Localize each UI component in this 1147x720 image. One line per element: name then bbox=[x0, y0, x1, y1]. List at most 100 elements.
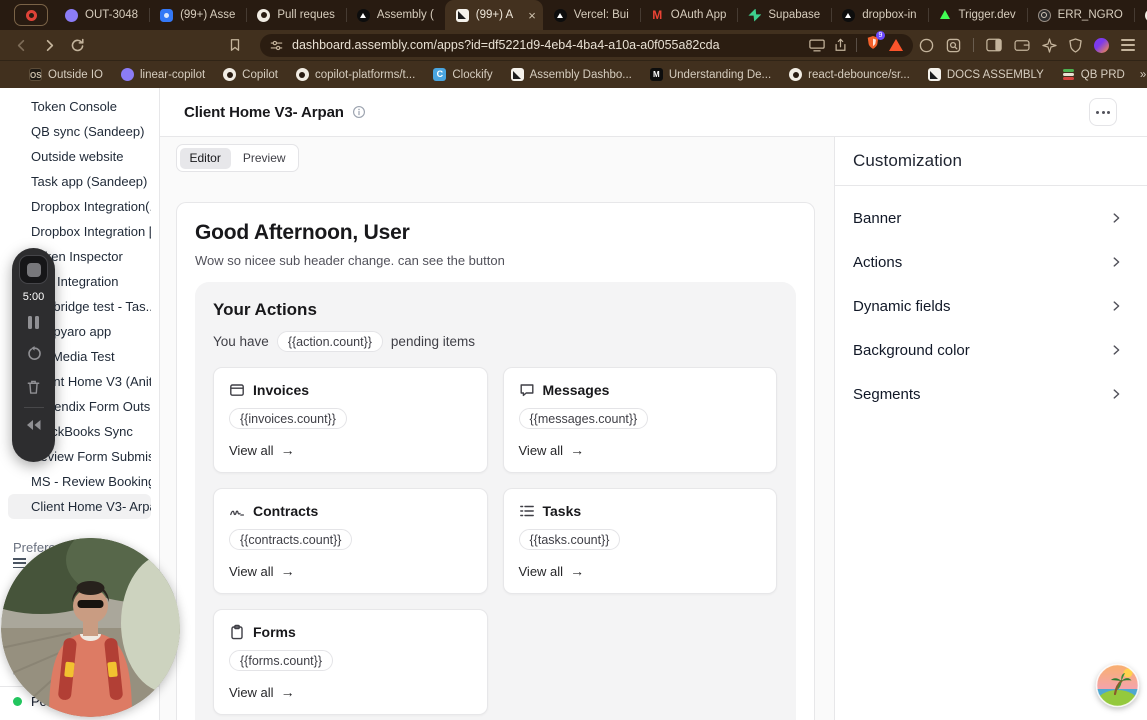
brave-rewards-icon[interactable] bbox=[889, 39, 903, 51]
customization-item-background-color[interactable]: Background color bbox=[835, 328, 1147, 372]
bookmark-outside-io[interactable]: OS Outside IO bbox=[22, 65, 110, 84]
divider bbox=[856, 38, 857, 52]
info-icon[interactable] bbox=[352, 105, 366, 119]
tab-strip: OUT-3048 (99+) Asse Pull reques Assembly… bbox=[0, 0, 1147, 30]
bookmark-docs-assembly[interactable]: DOCS ASSEMBLY bbox=[921, 65, 1051, 84]
delete-recording-button[interactable] bbox=[26, 379, 41, 395]
tab-vercel-build[interactable]: Vercel: Bui bbox=[543, 0, 640, 30]
site-settings-icon[interactable] bbox=[270, 39, 283, 52]
share-icon[interactable] bbox=[834, 38, 847, 52]
actions-title: Your Actions bbox=[213, 300, 317, 319]
tab-recording-indicator[interactable] bbox=[14, 4, 48, 26]
pause-recording-button[interactable] bbox=[28, 316, 39, 329]
tab-linear[interactable]: OUT-3048 bbox=[54, 0, 149, 30]
tab-label: Pull reques bbox=[277, 9, 335, 21]
tab-app[interactable]: (99+) Asse bbox=[149, 0, 246, 30]
repo-icon bbox=[842, 8, 856, 22]
pending-count-badge: {{action.count}} bbox=[276, 331, 383, 352]
customization-item-segments[interactable]: Segments bbox=[835, 372, 1147, 416]
bookmark-linear-copilot[interactable]: linear-copilot bbox=[114, 65, 212, 84]
wallet-icon[interactable] bbox=[1014, 39, 1030, 52]
view-all-contracts-link[interactable]: View all → bbox=[229, 563, 295, 579]
bookmark-qb-prd[interactable]: QB PRD bbox=[1055, 65, 1132, 84]
sidebar-item-dropbox-2[interactable]: Dropbox Integration [... bbox=[8, 219, 151, 244]
media-controls-icon[interactable] bbox=[809, 39, 825, 52]
bookmark-understanding[interactable]: M Understanding De... bbox=[643, 65, 778, 84]
bookmark-label: Assembly Dashbo... bbox=[529, 68, 632, 81]
stop-recording-button[interactable] bbox=[19, 255, 48, 284]
tab-active-dashboard[interactable]: (99+) A × bbox=[444, 0, 543, 30]
customization-item-actions[interactable]: Actions bbox=[835, 240, 1147, 284]
address-bar[interactable]: dashboard.assembly.com/apps?id=df5221d9-… bbox=[260, 31, 913, 57]
card-title: Tasks bbox=[542, 503, 582, 519]
tab-label: ERR_NGRO bbox=[1057, 9, 1123, 21]
bookmark-react-debounce[interactable]: react-debounce/sr... bbox=[782, 65, 917, 84]
view-all-label: View all bbox=[229, 684, 274, 700]
bookmark-label: react-debounce/sr... bbox=[808, 68, 910, 81]
bookmark-clockify[interactable]: C Clockify bbox=[426, 65, 499, 84]
search-tabs-icon[interactable] bbox=[946, 38, 961, 53]
view-all-invoices-link[interactable]: View all → bbox=[229, 442, 295, 458]
sidebar-item-task-app[interactable]: Task app (Sandeep) bbox=[8, 169, 151, 194]
card-invoices: Invoices {{invoices.count}} View all → bbox=[213, 367, 488, 473]
customization-item-banner[interactable]: Banner bbox=[835, 196, 1147, 240]
online-status-dot bbox=[13, 697, 22, 706]
restart-recording-button[interactable] bbox=[26, 346, 42, 362]
tab-pull-requests[interactable]: Pull reques bbox=[246, 0, 346, 30]
card-messages: Messages {{messages.count}} View all → bbox=[502, 367, 777, 473]
chevron-right-icon bbox=[1113, 301, 1120, 311]
tab-label: (99+) A bbox=[475, 9, 514, 21]
tab-oauth[interactable]: M OAuth App bbox=[639, 0, 738, 30]
tab-preview[interactable]: Preview bbox=[233, 148, 296, 169]
sidebar-item-qb-sync[interactable]: QB sync (Sandeep) bbox=[8, 119, 151, 144]
tab-supabase[interactable]: Supabase bbox=[737, 0, 831, 30]
sidebar-item-dropbox-1[interactable]: Dropbox Integration(... bbox=[8, 194, 151, 219]
vpn-shield-icon[interactable] bbox=[1069, 37, 1082, 53]
island-sticker-icon[interactable] bbox=[1095, 663, 1140, 708]
globe-icon bbox=[1037, 8, 1051, 22]
tab-ngrok[interactable]: ERR_NGRO bbox=[1026, 0, 1134, 30]
tab-editor[interactable]: Editor bbox=[179, 147, 231, 169]
restart-icon bbox=[27, 346, 41, 360]
tab-assembly[interactable]: Assembly ( bbox=[345, 0, 445, 30]
tab-comparing[interactable]: Comparing bbox=[1133, 0, 1147, 30]
rewards-sparkle-icon[interactable] bbox=[1042, 37, 1057, 53]
app-header: Client Home V3- Arpan bbox=[160, 88, 1147, 137]
main-body: Editor Preview Good Afternoon, User Wow … bbox=[160, 137, 1147, 720]
tab-trigger[interactable]: Trigger.dev bbox=[927, 0, 1027, 30]
bookmark-icon[interactable] bbox=[224, 34, 246, 56]
bookmarks-overflow-button[interactable]: » bbox=[1136, 66, 1147, 84]
chevron-right-icon bbox=[1113, 389, 1120, 399]
customization-item-dynamic-fields[interactable]: Dynamic fields bbox=[835, 284, 1147, 328]
view-all-tasks-link[interactable]: View all → bbox=[519, 563, 585, 579]
view-all-forms-link[interactable]: View all → bbox=[229, 684, 295, 700]
back-button[interactable] bbox=[10, 34, 32, 56]
more-options-button[interactable] bbox=[1089, 98, 1117, 126]
bookmark-copilot-platforms[interactable]: copilot-platforms/t... bbox=[289, 65, 422, 84]
brave-shield-icon[interactable]: 9 bbox=[866, 31, 885, 55]
profile-avatar[interactable] bbox=[1094, 37, 1109, 53]
sidebar-toggle-icon[interactable] bbox=[986, 38, 1002, 52]
assembly-icon bbox=[510, 68, 524, 81]
bookmark-assembly-dashboard[interactable]: Assembly Dashbo... bbox=[504, 65, 639, 84]
sidebar-item-token-console[interactable]: Token Console bbox=[8, 94, 151, 119]
rewind-button[interactable] bbox=[25, 419, 42, 431]
sidebar-item-outside-website[interactable]: Outside website bbox=[8, 144, 151, 169]
url-text[interactable]: dashboard.assembly.com/apps?id=df5221d9-… bbox=[292, 38, 800, 52]
item-label: Banner bbox=[853, 209, 902, 227]
bookmark-copilot[interactable]: Copilot bbox=[216, 65, 285, 84]
close-icon[interactable]: × bbox=[528, 9, 536, 22]
sidebar-item-client-home-arpan[interactable]: Client Home V3- Arpan bbox=[8, 494, 151, 519]
bookmark-label: copilot-platforms/t... bbox=[314, 68, 416, 81]
sidebar-item-ms-review-booking[interactable]: MS - Review Booking... bbox=[8, 469, 151, 494]
view-all-messages-link[interactable]: View all → bbox=[519, 442, 585, 458]
menu-icon[interactable] bbox=[1121, 39, 1135, 51]
github-icon bbox=[295, 68, 309, 81]
tab-label: Vercel: Bui bbox=[573, 9, 629, 21]
divider bbox=[23, 407, 44, 408]
leo-ai-icon[interactable] bbox=[919, 38, 934, 53]
tab-dropbox[interactable]: dropbox-in bbox=[831, 0, 927, 30]
reload-button[interactable] bbox=[66, 34, 88, 56]
webcam-bubble[interactable] bbox=[1, 538, 180, 717]
forward-button[interactable] bbox=[38, 34, 60, 56]
